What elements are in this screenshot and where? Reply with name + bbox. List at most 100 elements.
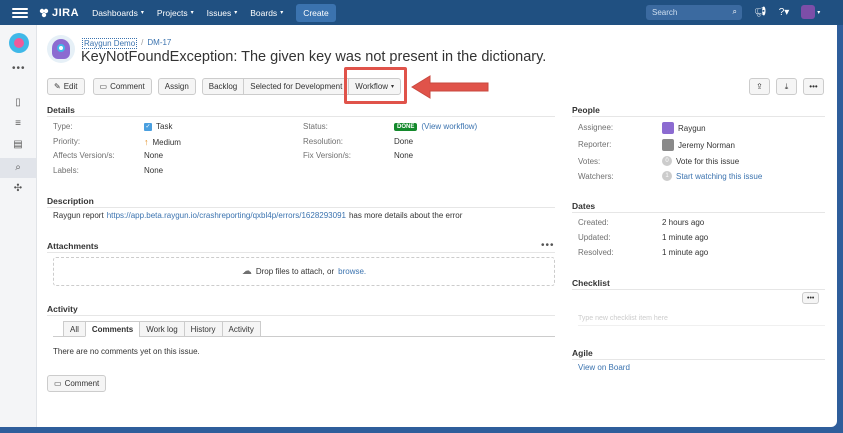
updated-value: 1 minute ago [662,233,709,242]
breadcrumb-project-link[interactable]: Raygun Demo [82,38,138,49]
more-icon[interactable]: ••• [12,63,26,74]
type-label: Type: [53,122,73,131]
reporter-value[interactable]: Jeremy Norman [662,139,735,151]
affects-version-value: None [144,151,164,160]
issue-project-avatar [47,35,75,63]
tab-comments[interactable]: Comments [84,321,141,337]
header-icons: 📢︎ ?▾ ▾ [754,5,820,19]
export-icon[interactable]: ⤓ [776,78,797,95]
jira-logo[interactable]: JIRA [38,7,79,19]
nav-issues[interactable]: Issues ▾ [207,8,238,18]
notifications-icon[interactable]: 📢︎ [754,7,767,18]
selected-for-development-button[interactable]: Selected for Development [243,78,350,95]
workflow-dropdown[interactable]: Workflow ▾ [348,78,402,95]
status-lozenge: DONE [394,122,418,131]
create-button[interactable]: Create [296,3,336,22]
view-on-board-link[interactable]: View on Board [578,363,630,372]
nav-dashboards[interactable]: Dashboards ▾ [92,8,144,18]
chevron-down-icon: ▾ [391,84,395,90]
nav-projects[interactable]: Projects ▾ [157,8,194,18]
breadcrumb: Raygun Demo / DM-17 [82,38,171,49]
no-comments-message: There are no comments yet on this issue. [53,347,200,356]
issue-summary[interactable]: KeyNotFoundException: The given key was … [81,49,546,65]
checklist-new-item-input[interactable]: Type new checklist item here [578,315,668,322]
app-switcher-icon[interactable] [12,7,28,18]
votes-value: 0 Vote for this issue [662,156,739,166]
resolution-label: Resolution: [303,137,344,146]
vote-text[interactable]: Vote for this issue [676,157,739,166]
raygun-report-link[interactable]: https://app.beta.raygun.io/crashreportin… [107,211,346,220]
reporter-name: Jeremy Norman [678,140,735,150]
assignee-avatar [662,122,674,134]
board-icon[interactable]: ▯ [12,97,24,109]
edit-button[interactable]: ✎ Edit [47,78,85,95]
resolution-value: Done [394,137,414,146]
share-icon[interactable]: ⇪ [749,78,770,95]
votes-label: Votes: [578,157,601,166]
reports-icon[interactable]: ▤ [12,139,24,151]
help-icon[interactable]: ?▾ [779,7,790,18]
dates-heading: Dates [572,201,596,211]
type-value-text: Task [156,122,173,131]
user-avatar[interactable]: ▾ [801,5,820,19]
project-sidebar: ••• ▯ ≡ ▤ ⌕ ✣ [0,25,37,427]
created-value: 2 hours ago [662,218,705,227]
divider [572,289,825,290]
nav-boards[interactable]: Boards ▾ [250,8,283,18]
comment-button[interactable]: ▭ Comment [92,78,152,95]
checklist-heading: Checklist [572,278,610,288]
tab-work-log[interactable]: Work log [139,321,185,337]
nav-dashboards-label: Dashboards [92,7,138,18]
comment-icon: ▭ [54,379,62,388]
search-input[interactable]: Search ⌕ [646,5,742,20]
labels-label: Labels: [53,166,79,175]
browse-link[interactable]: browse. [338,267,366,276]
attachments-options-icon[interactable]: ••• [541,240,555,251]
tab-all[interactable]: All [63,321,86,337]
chevron-down-icon: ▾ [234,10,238,16]
comment-icon: ▭ [99,82,108,91]
updated-label: Updated: [578,233,611,242]
view-workflow-link[interactable]: (View workflow) [421,122,477,131]
addons-icon[interactable]: ✣ [12,183,24,195]
right-toolbar: ⇪ ⤓ ••• [749,78,824,95]
divider [572,359,825,360]
watchers-label: Watchers: [578,172,614,181]
type-value: ✓ Task [144,122,172,131]
resolved-value: 1 minute ago [662,248,709,257]
attachment-dropzone[interactable]: ☁ Drop files to attach, or browse. [53,257,555,286]
divider [47,315,555,316]
add-comment-button[interactable]: ▭ Comment [47,375,107,392]
assignee-name: Raygun [678,123,706,133]
breadcrumb-issue-key[interactable]: DM-17 [147,38,171,49]
divider [572,116,825,117]
status-value: DONE (View workflow) [394,122,477,131]
add-comment-label: Comment [64,379,100,388]
start-watching-link[interactable]: Start watching this issue [676,172,762,181]
issues-icon[interactable]: ⌕ [12,162,24,174]
priority-value-text: Medium [152,137,181,147]
project-avatar[interactable] [9,33,29,53]
votes-count-badge: 0 [662,156,672,166]
assignee-value[interactable]: Raygun [662,122,706,134]
attachments-heading: Attachments [47,241,99,251]
details-heading: Details [47,105,75,115]
status-label: Status: [303,122,328,131]
divider [47,252,555,253]
tab-activity[interactable]: Activity [221,321,261,337]
reporter-avatar [662,139,674,151]
tab-history[interactable]: History [183,321,223,337]
pencil-icon: ✎ [54,82,61,91]
people-heading: People [572,105,600,115]
divider [47,207,555,208]
backlog-icon[interactable]: ≡ [12,118,24,130]
more-actions-icon[interactable]: ••• [803,78,824,95]
assign-button[interactable]: Assign [157,78,196,95]
divider [578,325,825,326]
upload-cloud-icon: ☁ [241,266,252,277]
backlog-button[interactable]: Backlog [201,78,245,95]
description-prefix: Raygun report [53,211,104,220]
issue-view-panel: ••• ▯ ≡ ▤ ⌕ ✣ Raygun Demo / DM-17 KeyNot… [0,25,837,427]
checklist-options-icon[interactable]: ••• [802,292,820,304]
watchers-count-badge: 1 [662,171,672,181]
